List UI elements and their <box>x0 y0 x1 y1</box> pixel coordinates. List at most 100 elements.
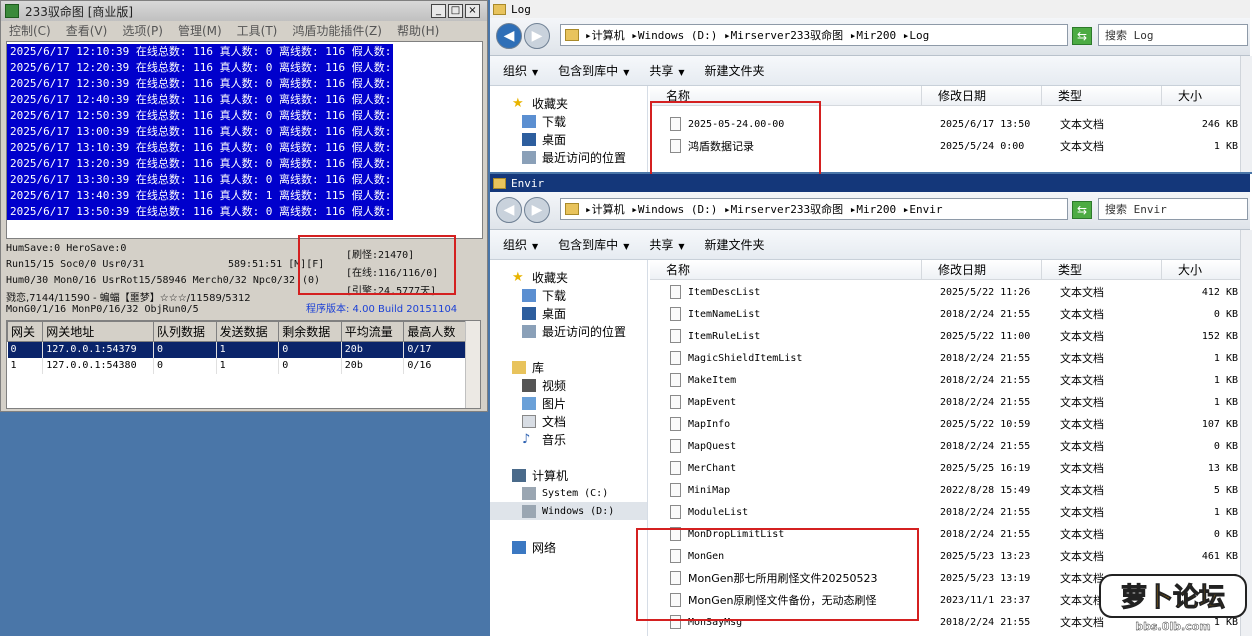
col-type[interactable]: 类型 <box>1042 86 1162 105</box>
file-row[interactable]: ItemDescList 2025/5/22 11:26 文本文档 412 KB <box>650 281 1238 303</box>
file-row[interactable]: MerChant 2025/5/25 16:19 文本文档 13 KB <box>650 457 1238 479</box>
table-row[interactable]: 1 127.0.0.1:54380 0 1 0 20b 0/16 <box>7 357 467 374</box>
col-name[interactable]: 名称 <box>650 86 922 105</box>
star-icon: ★ <box>512 95 524 111</box>
nav-downloads[interactable]: 下载 <box>522 286 566 304</box>
file-row[interactable]: ModuleList 2018/2/24 21:55 文本文档 1 KB <box>650 501 1238 523</box>
crumb[interactable]: 计算机 <box>592 201 625 217</box>
nav-downloads[interactable]: 下载 <box>522 112 566 130</box>
menu-help[interactable]: 帮助(H) <box>389 22 446 39</box>
nav-libraries[interactable]: 库 <box>512 358 544 376</box>
crumb[interactable]: Envir <box>909 203 942 216</box>
nav-windows-drive[interactable]: Windows (D:) <box>490 502 647 520</box>
forward-arrow-icon[interactable]: ▶ <box>524 23 550 49</box>
new-folder-button[interactable]: 新建文件夹 <box>705 62 765 79</box>
nav-documents[interactable]: 文档 <box>522 412 566 430</box>
share-button[interactable]: 共享 ▼ <box>649 236 684 253</box>
menu-tools[interactable]: 工具(T) <box>229 22 285 39</box>
nav-favorites[interactable]: ★ 收藏夹 <box>512 268 568 286</box>
close-button[interactable]: × <box>465 4 480 18</box>
crumb[interactable]: Mir200 <box>856 203 896 216</box>
refresh-icon[interactable]: ⇆ <box>1072 201 1092 219</box>
cell: 0 <box>278 341 342 358</box>
menu-options[interactable]: 选项(P) <box>114 22 170 39</box>
file-row[interactable]: MakeItem 2018/2/24 21:55 文本文档 1 KB <box>650 369 1238 391</box>
nav-desktop[interactable]: 桌面 <box>522 304 566 322</box>
file-row[interactable]: MapEvent 2018/2/24 21:55 文本文档 1 KB <box>650 391 1238 413</box>
back-arrow-icon[interactable]: ◀ <box>496 23 522 49</box>
minimize-button[interactable]: _ <box>431 4 446 18</box>
nav-videos[interactable]: 视频 <box>522 376 566 394</box>
new-folder-button[interactable]: 新建文件夹 <box>705 236 765 253</box>
organize-button[interactable]: 组织 ▼ <box>503 62 538 79</box>
table-row[interactable]: 0 127.0.0.1:54379 0 1 0 20b 0/17 <box>7 341 467 358</box>
menu-control[interactable]: 控制(C) <box>1 22 58 39</box>
refresh-icon[interactable]: ⇆ <box>1072 27 1092 45</box>
menu-manage[interactable]: 管理(M) <box>170 22 229 39</box>
server-titlebar[interactable]: 233驭命图 [商业版] _ □ × <box>1 1 487 21</box>
file-row[interactable]: ItemNameList 2018/2/24 21:55 文本文档 0 KB <box>650 303 1238 325</box>
col-max[interactable]: 最高人数 <box>403 321 467 342</box>
include-library-button[interactable]: 包含到库中 ▼ <box>558 62 629 79</box>
crumb[interactable]: Mir200 <box>856 29 896 42</box>
col-type[interactable]: 类型 <box>1042 260 1162 279</box>
file-row[interactable]: 鸿盾数据记录 2025/5/24 0:00 文本文档 1 KB <box>650 135 1238 157</box>
col-address[interactable]: 网关地址 <box>42 321 154 342</box>
share-button[interactable]: 共享 ▼ <box>649 62 684 79</box>
nav-recent[interactable]: 最近访问的位置 <box>522 322 626 340</box>
crumb[interactable]: Mirserver233驭命图 <box>731 27 843 43</box>
nav-desktop[interactable]: 桌面 <box>522 130 566 148</box>
col-gateway[interactable]: 网关 <box>7 321 44 342</box>
log-caption[interactable]: Log <box>490 0 1250 18</box>
file-row[interactable]: ItemRuleList 2025/5/22 11:00 文本文档 152 KB <box>650 325 1238 347</box>
menu-plugin[interactable]: 鸿盾功能插件(Z) <box>284 22 389 39</box>
envir-caption[interactable]: Envir <box>490 174 1250 192</box>
log-address-bar[interactable]: ▸ 计算机 ▸ Windows (D:) ▸ Mirserver233驭命图 ▸… <box>560 24 1068 46</box>
nav-computer[interactable]: 计算机 <box>512 466 568 484</box>
crumb[interactable]: 计算机 <box>592 27 625 43</box>
nav-network[interactable]: 网络 <box>512 538 556 556</box>
col-size[interactable]: 大小 <box>1162 86 1242 105</box>
crumb[interactable]: Log <box>909 29 929 42</box>
file-row[interactable]: MagicShieldItemList 2018/2/24 21:55 文本文档 1 … <box>650 347 1238 369</box>
text-file-icon <box>670 417 681 431</box>
col-send[interactable]: 发送数据 <box>215 321 280 342</box>
col-avg[interactable]: 平均流量 <box>340 321 405 342</box>
log-scrollbar[interactable] <box>1240 56 1252 172</box>
col-size[interactable]: 大小 <box>1162 260 1242 279</box>
file-row[interactable]: MapInfo 2025/5/22 10:59 文本文档 107 KB <box>650 413 1238 435</box>
envir-address-bar[interactable]: ▸ 计算机 ▸ Windows (D:) ▸ Mirserver233驭命图 ▸… <box>560 198 1068 220</box>
crumb[interactable]: Windows (D:) <box>638 203 717 216</box>
col-remain[interactable]: 剩余数据 <box>278 321 342 342</box>
nav-pictures[interactable]: 图片 <box>522 394 566 412</box>
back-arrow-icon[interactable]: ◀ <box>496 197 522 223</box>
log-search-input[interactable]: 搜索 Log <box>1098 24 1248 46</box>
include-library-button[interactable]: 包含到库中 ▼ <box>558 236 629 253</box>
nav-system-drive[interactable]: System (C:) <box>522 484 608 502</box>
file-row[interactable]: 2025-05-24.00-00 2025/6/17 13:50 文本文档 24… <box>650 113 1238 135</box>
server-log[interactable]: 2025/6/17 12:10:39 在线总数: 116 真人数: 0 离线数:… <box>6 41 483 239</box>
log-column-header: 名称 修改日期 类型 大小 <box>650 86 1242 106</box>
crumb[interactable]: Mirserver233驭命图 <box>731 201 843 217</box>
file-row[interactable]: MiniMap 2022/8/28 15:49 文本文档 5 KB <box>650 479 1238 501</box>
col-name[interactable]: 名称 <box>650 260 922 279</box>
gateway-table[interactable]: 网关 网关地址 队列数据 发送数据 剩余数据 平均流量 最高人数 0 127.0… <box>6 320 481 409</box>
file-row[interactable]: MonDropLimitList 2018/2/24 21:55 文本文档 0 KB <box>650 523 1238 545</box>
file-row[interactable]: MapQuest 2018/2/24 21:55 文本文档 0 KB <box>650 435 1238 457</box>
cell: 127.0.0.1:54379 <box>42 341 154 358</box>
col-queue[interactable]: 队列数据 <box>153 321 217 342</box>
nav-favorites[interactable]: ★ 收藏夹 <box>512 94 568 112</box>
crumb[interactable]: Windows (D:) <box>638 29 717 42</box>
col-date[interactable]: 修改日期 <box>922 260 1042 279</box>
table-scrollbar[interactable] <box>465 321 480 408</box>
nav-music[interactable]: ♪ 音乐 <box>522 430 566 448</box>
text-file-icon <box>670 373 681 387</box>
maximize-button[interactable]: □ <box>448 4 463 18</box>
forward-arrow-icon[interactable]: ▶ <box>524 197 550 223</box>
menu-view[interactable]: 查看(V) <box>58 22 115 39</box>
nav-recent[interactable]: 最近访问的位置 <box>522 148 626 166</box>
col-date[interactable]: 修改日期 <box>922 86 1042 105</box>
file-row[interactable]: MonGen 2025/5/23 13:23 文本文档 461 KB <box>650 545 1238 567</box>
envir-search-input[interactable]: 搜索 Envir <box>1098 198 1248 220</box>
organize-button[interactable]: 组织 ▼ <box>503 236 538 253</box>
